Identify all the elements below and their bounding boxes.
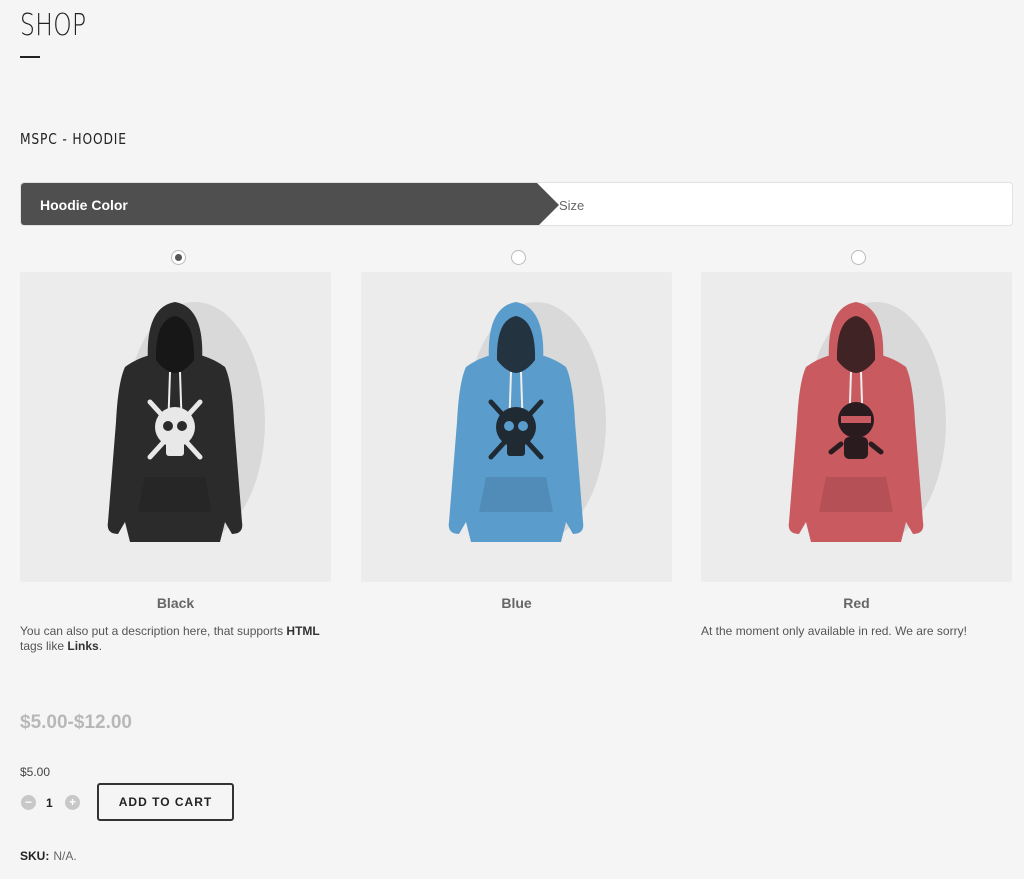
option-label-blue: Blue bbox=[501, 595, 532, 611]
hoodie-black-icon bbox=[107, 302, 265, 542]
add-to-cart-button[interactable]: ADD TO CART bbox=[97, 783, 234, 821]
description-link[interactable]: Links bbox=[67, 639, 98, 653]
sku: SKU: N/A. bbox=[20, 849, 77, 863]
page-title: SHOP bbox=[20, 8, 87, 43]
color-radio-blue[interactable] bbox=[511, 250, 526, 265]
option-label-black: Black bbox=[156, 595, 195, 611]
step-size[interactable]: Size bbox=[559, 198, 584, 213]
hoodie-blue-icon bbox=[448, 302, 606, 542]
product-image-red[interactable] bbox=[701, 272, 1012, 582]
option-description-black: You can also put a description here, tha… bbox=[20, 624, 320, 653]
sku-label: SKU: bbox=[20, 849, 50, 863]
unit-price: $5.00 bbox=[20, 765, 51, 779]
hoodie-red-icon bbox=[788, 302, 946, 542]
color-radio-black[interactable] bbox=[171, 250, 186, 265]
sku-value: N/A. bbox=[53, 849, 77, 863]
option-steps: Hoodie Color Size bbox=[20, 182, 1013, 226]
quantity-increase-button[interactable]: + bbox=[65, 795, 80, 810]
product-image-blue[interactable] bbox=[361, 272, 672, 582]
option-description-red: At the moment only available in red. We … bbox=[701, 624, 967, 638]
option-label-red: Red bbox=[843, 595, 870, 611]
product-image-black[interactable] bbox=[20, 272, 331, 582]
price-range: $5.00-$12.00 bbox=[20, 712, 132, 733]
product-name: MSPC - HOODIE bbox=[20, 130, 127, 148]
color-radio-red[interactable] bbox=[851, 250, 866, 265]
quantity-value[interactable]: 1 bbox=[46, 796, 53, 810]
quantity-decrease-button[interactable]: − bbox=[21, 795, 36, 810]
step-hoodie-color[interactable]: Hoodie Color bbox=[21, 183, 559, 225]
title-underline bbox=[20, 56, 40, 58]
step-label: Hoodie Color bbox=[40, 197, 128, 213]
